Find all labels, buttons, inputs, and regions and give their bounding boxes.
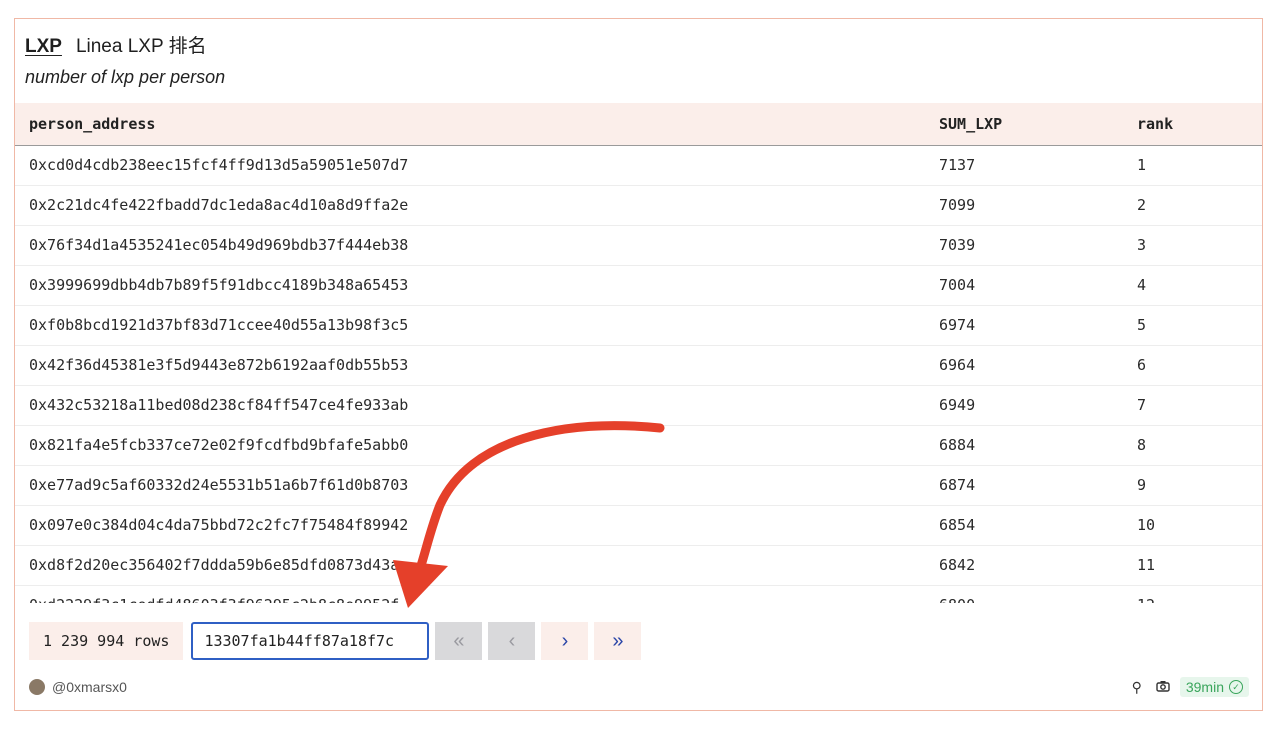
table-row[interactable]: 0xe77ad9c5af60332d24e5531b51a6b7f61d0b87…: [15, 465, 1262, 506]
cell-person-address: 0xd8f2d20ec356402f7ddda59b6e85dfd0873d43…: [15, 545, 925, 586]
next-page-button[interactable]: ›: [541, 622, 589, 660]
cell-person-address: 0xcd0d4cdb238eec15fcf4ff9d13d5a59051e507…: [15, 145, 925, 186]
table-row[interactable]: 0xcd0d4cdb238eec15fcf4ff9d13d5a59051e507…: [15, 145, 1262, 186]
table-row[interactable]: 0xd8f2d20ec356402f7ddda59b6e85dfd0873d43…: [15, 545, 1262, 586]
cell-rank: 5: [1123, 305, 1262, 346]
table-row[interactable]: 0x2c21dc4fe422fbadd7dc1eda8ac4d10a8d9ffa…: [15, 185, 1262, 226]
cell-person-address: 0x097e0c384d04c4da75bbd72c2fc7f75484f899…: [15, 505, 925, 546]
cell-rank: 6: [1123, 345, 1262, 386]
cell-rank: 4: [1123, 265, 1262, 306]
table-row[interactable]: 0x76f34d1a4535241ec054b49d969bdb37f444eb…: [15, 225, 1262, 266]
cell-sum-lxp: 6874: [925, 465, 1123, 506]
last-page-button[interactable]: »: [594, 622, 642, 660]
row-count: 1 239 994 rows: [29, 622, 184, 660]
page-search-input[interactable]: [191, 622, 430, 660]
table-row[interactable]: 0x3999699dbb4db7b89f5f91dbcc4189b348a654…: [15, 265, 1262, 306]
cell-rank: 8: [1123, 425, 1262, 466]
double-chevron-right-icon: »: [612, 629, 624, 652]
cell-person-address: 0x76f34d1a4535241ec054b49d969bdb37f444eb…: [15, 225, 925, 266]
cell-person-address: 0x42f36d45381e3f5d9443e872b6192aaf0db55b…: [15, 345, 925, 386]
card-header: LXP Linea LXP 排名 number of lxp per perso…: [25, 31, 225, 88]
cell-rank: 1: [1123, 145, 1262, 186]
cell-sum-lxp: 6842: [925, 545, 1123, 586]
table-row[interactable]: 0x42f36d45381e3f5d9443e872b6192aaf0db55b…: [15, 345, 1262, 386]
page-title: Linea LXP 排名: [75, 36, 207, 57]
results-table-container[interactable]: person_address SUM_LXP rank 0xcd0d4cdb23…: [15, 103, 1262, 603]
pagination-bar: 1 239 994 rows « ‹ › »: [29, 622, 642, 660]
cell-person-address: 0x432c53218a11bed08d238cf84ff547ce4fe933…: [15, 385, 925, 426]
author-name[interactable]: @0xmarsx0: [52, 679, 127, 695]
page-subtitle: number of lxp per person: [25, 67, 226, 87]
cell-sum-lxp: 6964: [925, 345, 1123, 386]
previous-page-button[interactable]: ‹: [488, 622, 536, 660]
freshness-badge: 39min ✓: [1179, 677, 1249, 697]
author-avatar[interactable]: [29, 679, 45, 695]
results-table: person_address SUM_LXP rank 0xcd0d4cdb23…: [15, 103, 1262, 603]
cell-rank: 9: [1123, 465, 1262, 506]
cell-person-address: 0x2c21dc4fe422fbadd7dc1eda8ac4d10a8d9ffa…: [15, 185, 925, 226]
cell-sum-lxp: 7137: [925, 145, 1123, 186]
table-row[interactable]: 0x097e0c384d04c4da75bbd72c2fc7f75484f899…: [15, 505, 1262, 546]
cell-sum-lxp: 6949: [925, 385, 1123, 426]
cell-person-address: 0xf0b8bcd1921d37bf83d71ccee40d55a13b98f3…: [15, 305, 925, 346]
card-footer: @0xmarsx0 ⚲ 39min ✓: [29, 677, 1249, 697]
check-circle-icon: ✓: [1229, 680, 1243, 694]
table-header-row: person_address SUM_LXP rank: [15, 103, 1262, 146]
table-row[interactable]: 0xd2229f3c1cedfd48603f3f96295c2b8c8e9952…: [15, 585, 1262, 603]
visualization-tag-link[interactable]: LXP: [25, 36, 62, 58]
chevron-left-icon: ‹: [508, 629, 516, 652]
cell-person-address: 0x3999699dbb4db7b89f5f91dbcc4189b348a654…: [15, 265, 925, 306]
cell-rank: 3: [1123, 225, 1262, 266]
table-row[interactable]: 0x821fa4e5fcb337ce72e02f9fcdfbd9bfafe5ab…: [15, 425, 1262, 466]
table-row[interactable]: 0x432c53218a11bed08d238cf84ff547ce4fe933…: [15, 385, 1262, 426]
column-header-sum-lxp[interactable]: SUM_LXP: [925, 103, 1123, 146]
cell-person-address: 0xe77ad9c5af60332d24e5531b51a6b7f61d0b87…: [15, 465, 925, 506]
fork-icon[interactable]: ⚲: [1132, 679, 1142, 696]
cell-person-address: 0x821fa4e5fcb337ce72e02f9fcdfbd9bfafe5ab…: [15, 425, 925, 466]
cell-rank: 12: [1123, 585, 1262, 603]
cell-rank: 2: [1123, 185, 1262, 226]
table-row[interactable]: 0xf0b8bcd1921d37bf83d71ccee40d55a13b98f3…: [15, 305, 1262, 346]
cell-sum-lxp: 7099: [925, 185, 1123, 226]
cell-sum-lxp: 7004: [925, 265, 1123, 306]
cell-sum-lxp: 6800: [925, 585, 1123, 603]
first-page-button[interactable]: «: [435, 622, 483, 660]
camera-icon[interactable]: [1156, 679, 1170, 695]
freshness-age: 39min: [1185, 679, 1224, 695]
double-chevron-left-icon: «: [453, 629, 465, 652]
cell-sum-lxp: 6884: [925, 425, 1123, 466]
cell-rank: 10: [1123, 505, 1262, 546]
chevron-right-icon: ›: [561, 629, 569, 652]
column-header-rank[interactable]: rank: [1123, 103, 1262, 146]
cell-person-address: 0xd2229f3c1cedfd48603f3f96295c2b8c8e9952…: [15, 585, 925, 603]
cell-sum-lxp: 6854: [925, 505, 1123, 546]
cell-rank: 7: [1123, 385, 1262, 426]
column-header-person-address[interactable]: person_address: [15, 103, 925, 146]
cell-sum-lxp: 6974: [925, 305, 1123, 346]
cell-sum-lxp: 7039: [925, 225, 1123, 266]
cell-rank: 11: [1123, 545, 1262, 586]
camera-icon-svg: [1156, 681, 1170, 692]
query-result-card: LXP Linea LXP 排名 number of lxp per perso…: [14, 18, 1263, 711]
